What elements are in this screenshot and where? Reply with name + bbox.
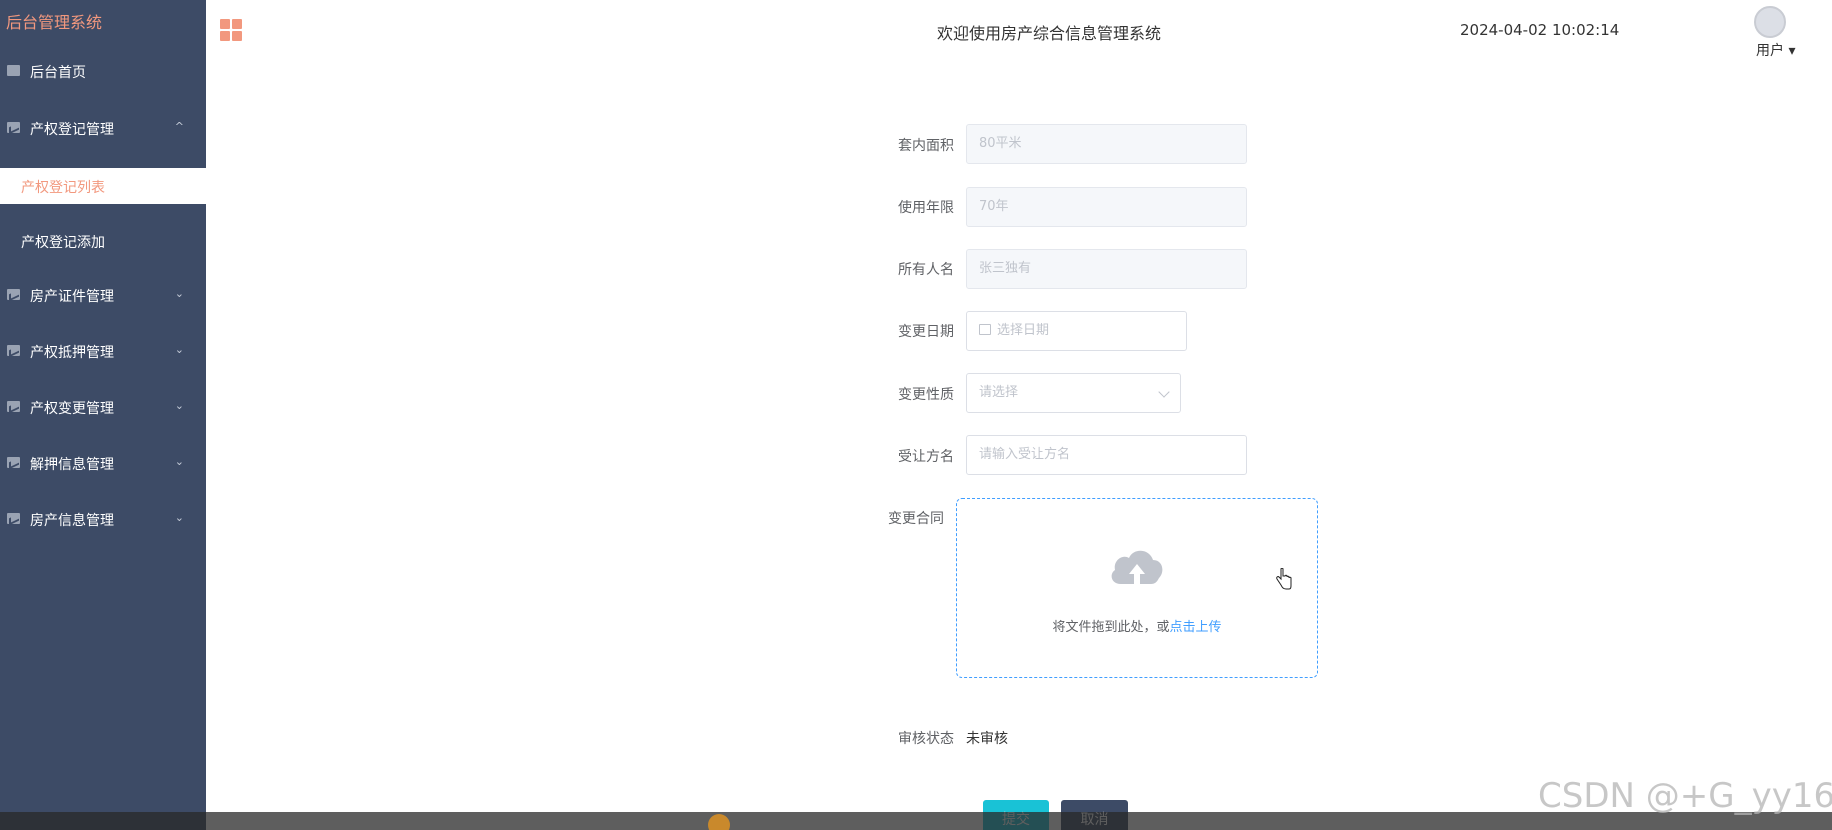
sidebar: 后台管理系统 后台首页 产权登记管理 ^ 产权登记列表 产权登记添加 房产证件管… bbox=[0, 0, 206, 830]
owner-label: 所有人名 bbox=[898, 262, 954, 278]
chevron-down-icon: ⌄ bbox=[174, 511, 184, 524]
watermark: CSDN @+G_yy163 bbox=[1538, 776, 1832, 816]
upload-cloud-icon bbox=[1111, 550, 1163, 586]
chart-icon bbox=[7, 122, 20, 133]
review-status-label: 审核状态 bbox=[898, 731, 954, 747]
chevron-down-icon: ⌄ bbox=[174, 287, 184, 300]
chevron-down-icon: ⌄ bbox=[174, 455, 184, 468]
sidebar-item-label: 房产信息管理 bbox=[30, 513, 114, 529]
page-title: 欢迎使用房产综合信息管理系统 bbox=[937, 24, 1162, 43]
chevron-down-icon bbox=[1158, 386, 1170, 398]
header: 欢迎使用房产综合信息管理系统 2024-04-02 10:02:14 用户 ▾ bbox=[206, 0, 1832, 60]
change-type-select[interactable]: 请选择 bbox=[966, 373, 1181, 413]
review-status-value: 未审核 bbox=[966, 731, 1008, 747]
sidebar-item-certificate[interactable]: 房产证件管理 ⌄ bbox=[0, 275, 206, 315]
sidebar-item-property-registration[interactable]: 产权登记管理 ^ bbox=[0, 108, 206, 148]
sidebar-subitem-registration-add[interactable]: 产权登记添加 bbox=[0, 223, 206, 259]
transferee-label: 受让方名 bbox=[898, 449, 954, 465]
sidebar-item-release[interactable]: 解押信息管理 ⌄ bbox=[0, 443, 206, 483]
change-type-label: 变更性质 bbox=[898, 387, 954, 403]
hand-cursor-icon bbox=[1276, 568, 1292, 590]
upload-hint-text: 将文件拖到此处，或 bbox=[1052, 620, 1170, 635]
avatar[interactable] bbox=[1754, 6, 1786, 38]
change-date-placeholder: 选择日期 bbox=[997, 323, 1050, 338]
sidebar-item-label: 产权登记添加 bbox=[21, 235, 105, 251]
sidebar-item-label: 产权变更管理 bbox=[30, 401, 114, 417]
inner-area-field: 80平米 bbox=[966, 124, 1247, 164]
user-menu[interactable]: 用户 ▾ bbox=[1756, 40, 1795, 60]
taskbar-app-icon bbox=[708, 814, 730, 830]
transferee-input[interactable]: 请输入受让方名 bbox=[966, 435, 1247, 475]
change-type-placeholder: 请选择 bbox=[979, 385, 1019, 400]
sidebar-item-label: 产权登记列表 bbox=[21, 180, 105, 196]
sidebar-item-label: 产权登记管理 bbox=[30, 122, 114, 138]
sidebar-item-label: 后台首页 bbox=[30, 65, 86, 81]
sidebar-item-mortgage[interactable]: 产权抵押管理 ⌄ bbox=[0, 331, 206, 371]
monitor-icon bbox=[7, 65, 20, 76]
upload-dropzone[interactable]: 将文件拖到此处，或点击上传 bbox=[956, 498, 1318, 678]
calendar-icon bbox=[979, 324, 991, 335]
owner-field: 张三独有 bbox=[966, 249, 1247, 289]
chevron-down-icon: ⌄ bbox=[174, 343, 184, 356]
chart-icon bbox=[7, 401, 20, 412]
sidebar-item-label: 房产证件管理 bbox=[30, 289, 114, 305]
chart-icon bbox=[7, 345, 20, 356]
sidebar-item-label: 产权抵押管理 bbox=[30, 345, 114, 361]
inner-area-label: 套内面积 bbox=[898, 138, 954, 154]
change-date-picker[interactable]: 选择日期 bbox=[966, 311, 1187, 351]
transferee-placeholder: 请输入受让方名 bbox=[979, 447, 1071, 462]
chevron-up-icon: ^ bbox=[174, 120, 184, 133]
chart-icon bbox=[7, 457, 20, 468]
datetime: 2024-04-02 10:02:14 bbox=[1460, 21, 1620, 39]
sidebar-item-property-info[interactable]: 房产信息管理 ⌄ bbox=[0, 499, 206, 539]
use-years-field: 70年 bbox=[966, 187, 1247, 227]
chevron-down-icon: ⌄ bbox=[174, 399, 184, 412]
sidebar-item-change[interactable]: 产权变更管理 ⌄ bbox=[0, 387, 206, 427]
sidebar-item-home[interactable]: 后台首页 bbox=[0, 51, 206, 91]
contract-label: 变更合同 bbox=[888, 511, 944, 527]
grid-menu-icon[interactable] bbox=[220, 19, 242, 41]
chart-icon bbox=[7, 289, 20, 300]
upload-hint: 将文件拖到此处，或点击上传 bbox=[957, 616, 1317, 635]
use-years-label: 使用年限 bbox=[898, 200, 954, 216]
sidebar-subitem-registration-list[interactable]: 产权登记列表 bbox=[0, 168, 206, 204]
sidebar-item-label: 解押信息管理 bbox=[30, 457, 114, 473]
change-date-label: 变更日期 bbox=[898, 324, 954, 340]
upload-link[interactable]: 点击上传 bbox=[1170, 620, 1222, 635]
chart-icon bbox=[7, 513, 20, 524]
app-title: 后台管理系统 bbox=[6, 13, 103, 32]
